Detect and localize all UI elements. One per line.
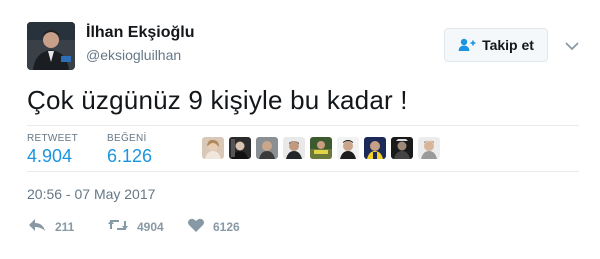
liker-avatar[interactable] — [310, 137, 332, 159]
reply-icon — [27, 217, 47, 236]
like-count: 6126 — [213, 219, 240, 234]
liker-avatar[interactable] — [364, 137, 386, 159]
retweet-button[interactable]: 4904 — [107, 217, 164, 236]
liker-avatars — [202, 137, 440, 159]
retweet-stat-value: 4.904 — [27, 146, 73, 166]
follow-button-label: Takip et — [482, 37, 534, 53]
retweet-stat-label: RETWEET — [27, 133, 78, 144]
retweet-stat[interactable]: RETWEET 4.904 — [27, 133, 78, 167]
avatar[interactable] — [27, 22, 75, 70]
liker-avatar[interactable] — [391, 137, 413, 159]
liker-avatar[interactable] — [229, 137, 251, 159]
tweet-timestamp[interactable]: 20:56 - 07 May 2017 — [27, 186, 155, 202]
username-handle[interactable]: @eksiogluilhan — [86, 47, 181, 63]
retweet-icon — [107, 217, 129, 236]
like-stat-label: BEĞENİ — [107, 133, 147, 144]
reply-button[interactable]: 211 — [27, 217, 74, 236]
liker-avatar[interactable] — [202, 137, 224, 159]
liker-avatar[interactable] — [283, 137, 305, 159]
like-stat[interactable]: BEĞENİ 6.126 — [107, 133, 152, 167]
like-stat-value: 6.126 — [107, 146, 153, 166]
follow-button[interactable]: Takip et — [444, 28, 548, 62]
retweet-count: 4904 — [137, 219, 164, 234]
divider — [27, 125, 579, 126]
chevron-down-icon[interactable] — [565, 38, 579, 51]
tweet-text: Çok üzgünüz 9 kişiyle bu kadar ! — [27, 85, 408, 115]
liker-avatar[interactable] — [256, 137, 278, 159]
display-name[interactable]: İlhan Ekşioğlu — [86, 24, 194, 42]
divider — [27, 171, 579, 172]
liker-avatar[interactable] — [418, 137, 440, 159]
liker-avatar[interactable] — [337, 137, 359, 159]
like-button[interactable]: 6126 — [187, 217, 240, 236]
reply-count: 211 — [55, 219, 75, 234]
heart-icon — [187, 217, 205, 236]
add-user-icon — [458, 38, 476, 52]
